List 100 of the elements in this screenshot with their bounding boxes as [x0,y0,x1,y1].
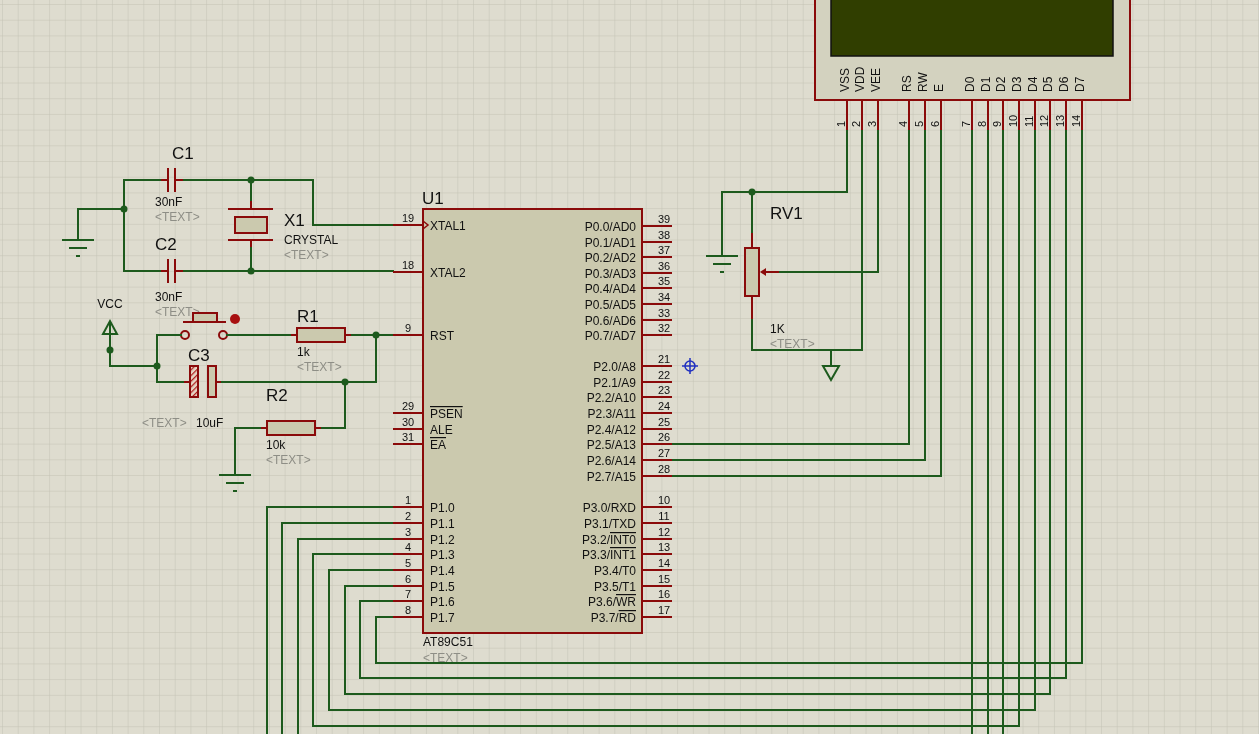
component-value: 1K [770,322,785,336]
pin-number: 2 [404,510,412,522]
pin-label: P0.6/AD6 [584,314,636,328]
text-placeholder-label: <TEXT> [423,651,468,665]
pin-number: 11 [1023,115,1035,127]
pin-number: 16 [657,588,671,600]
crystal-symbol [227,199,274,249]
pin-number: 10 [1007,114,1019,127]
pin-number: 31 [401,431,415,443]
junction-dot [748,188,756,196]
junction-dot [247,176,255,184]
text-placeholder-label: <TEXT> [770,337,815,351]
pin-label: P0.7/AD7 [584,329,636,343]
pin-number: 6 [404,573,412,585]
electrolytic-capacitor-symbol [182,365,223,398]
text-placeholder-label: <TEXT> [142,416,187,430]
pin-label: XTAL2 [430,266,466,280]
ground-symbol [218,474,252,492]
pin-label: XTAL1 [430,219,466,233]
resistor-symbol [259,420,323,436]
pin-number: 21 [657,353,671,365]
pin-number: 15 [657,573,671,585]
component-value: 30nF [155,195,183,209]
pin-label: P1.3 [430,548,455,562]
pin-number: 30 [401,416,415,428]
component-ref: RV1 [770,204,803,223]
pin-number: 28 [657,463,671,475]
pin-label: P3.1/TXD [583,517,636,531]
capacitor-symbol [159,167,185,193]
pin-label: P2.7/A15 [586,470,636,484]
junction-dot [247,267,255,275]
pin-label: P3.0/RXD [582,501,636,515]
pin-number: 37 [657,244,671,256]
pin-number: 4 [404,541,412,553]
pin-label: D7 [1073,76,1087,92]
pin-label: P1.2 [430,533,455,547]
pin-label: P2.5/A13 [586,438,636,452]
component-value: 10uF [196,416,224,430]
text-placeholder-label: <TEXT> [297,360,342,374]
pin-label: E [932,84,946,92]
pin-number: 2 [850,120,862,127]
component-value: 30nF [155,290,183,304]
pin-label: D0 [963,76,977,92]
pin-number: 39 [657,213,671,225]
component-value: AT89C51 [423,635,473,649]
pin-number: 27 [657,447,671,459]
power-label: VCC [97,297,123,311]
pin-label: P0.0/AD0 [584,220,636,234]
text-placeholder-label: <TEXT> [155,210,200,224]
component-value: 1k [297,345,310,359]
pin-number: 35 [657,275,671,287]
pin-number: 18 [401,259,415,271]
pin-number: 17 [657,604,671,616]
component-ref: C3 [188,346,210,365]
pin-number: 4 [897,120,909,127]
pin-number: 26 [657,431,671,443]
pin-number: 23 [657,384,671,396]
pin-label: D4 [1026,76,1040,92]
component-ref: U1 [422,189,444,208]
ground-symbol [61,239,95,257]
pin-number: 9 [991,120,1003,127]
component-ref: X1 [284,211,305,230]
junction-dot [153,362,161,370]
clock-marker-icon [422,220,430,230]
pin-number: 33 [657,307,671,319]
pin-number: 3 [404,526,412,538]
pin-number: 7 [960,120,972,127]
pin-number: 38 [657,229,671,241]
pin-label: EA [430,438,446,452]
junction-dot [341,378,349,386]
component-value: 10k [266,438,286,452]
pin-label: P3.6/WR [587,595,636,609]
pin-number: 3 [866,120,878,127]
pin-number: 5 [913,120,925,127]
pin-number: 8 [976,120,988,127]
pin-label: P2.1/A9 [593,376,636,390]
pin-number: 36 [657,260,671,272]
pin-label: P1.7 [430,611,455,625]
pin-number: 34 [657,291,671,303]
pin-number: 5 [404,557,412,569]
resistor-symbol [289,327,353,343]
pin-number: 8 [404,604,412,616]
pin-number: 6 [929,120,941,127]
pin-label: P1.1 [430,517,455,531]
pin-number: 19 [401,212,415,224]
pin-number: 10 [657,494,671,506]
pin-label: P2.0/A8 [593,360,636,374]
pin-number: 7 [404,588,412,600]
pin-label: P3.7/RD [590,611,636,625]
junction-dot [120,205,128,213]
pin-label: P1.5 [430,580,455,594]
junction-dot [372,331,380,339]
pin-label: D6 [1057,76,1071,92]
pin-number: 24 [657,400,671,412]
component-ref: R1 [297,307,319,326]
text-placeholder-label: <TEXT> [266,453,311,467]
text-placeholder-label: <TEXT> [284,248,329,262]
pin-label: P0.3/AD3 [584,267,636,281]
component-value: CRYSTAL [284,233,339,247]
component-ref: R2 [266,386,288,405]
